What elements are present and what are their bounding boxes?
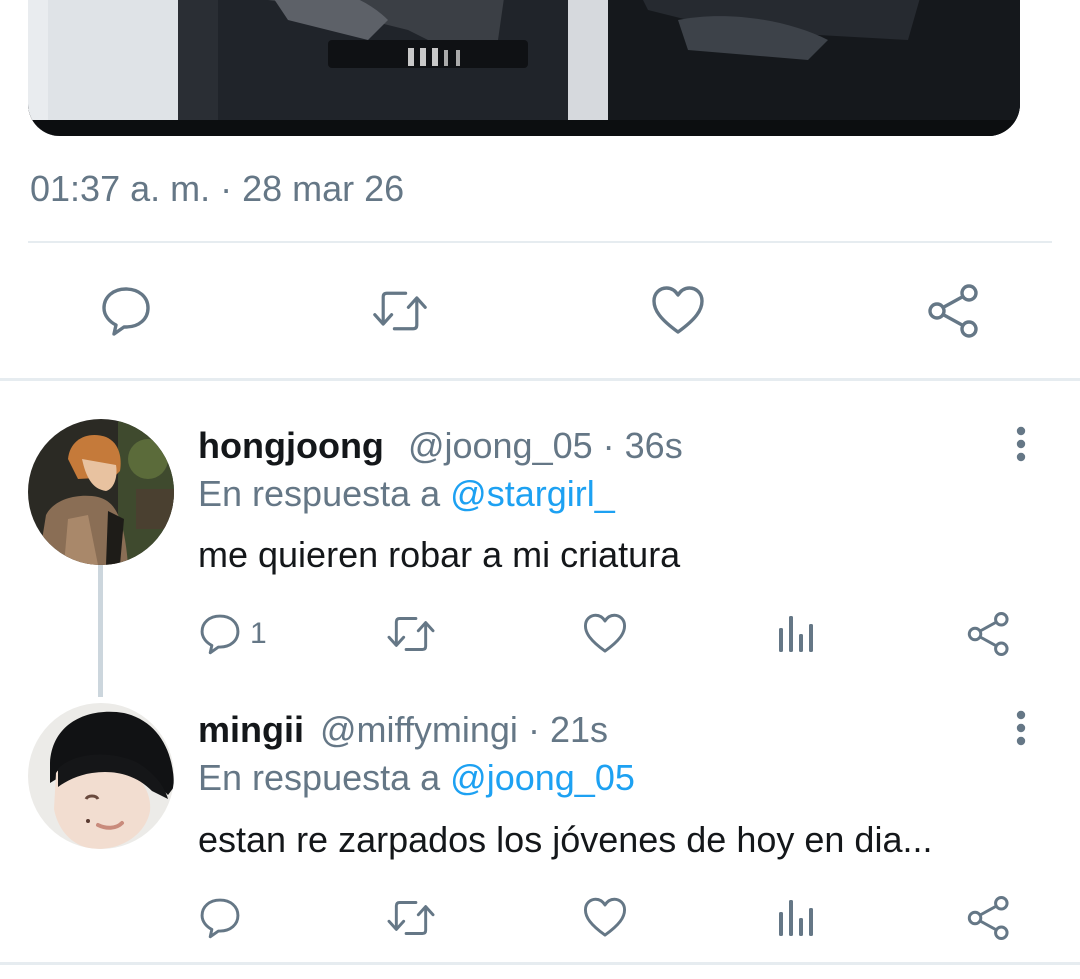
share-icon xyxy=(967,895,1009,941)
reply-header: mingii @miffymingi · 21s xyxy=(198,710,608,750)
like-icon xyxy=(652,286,704,334)
reply-button[interactable] xyxy=(198,893,242,943)
retweet-button[interactable] xyxy=(386,893,436,943)
reply-text: estan re zarpados los jóvenes de hoy en … xyxy=(198,819,933,860)
reply-icon xyxy=(200,614,240,655)
section-divider xyxy=(0,378,1080,381)
like-button[interactable] xyxy=(582,893,628,943)
share-button[interactable] xyxy=(966,609,1012,659)
retweet-icon xyxy=(387,617,435,651)
retweet-button[interactable] xyxy=(386,609,436,659)
reply-header: hongjoong @joong_05 · 36s xyxy=(198,426,683,466)
display-name[interactable]: mingii xyxy=(198,709,304,750)
share-button[interactable] xyxy=(966,893,1012,943)
more-options-button[interactable] xyxy=(1004,706,1038,750)
more-vertical-icon xyxy=(1016,710,1026,746)
more-vertical-icon xyxy=(1016,426,1026,462)
divider xyxy=(28,241,1052,243)
share-icon xyxy=(928,284,978,338)
like-button[interactable] xyxy=(582,609,628,659)
analytics-icon xyxy=(779,616,813,652)
tweet-media-photo[interactable] xyxy=(28,0,1020,136)
replying-to-label: En respuesta a xyxy=(198,473,441,514)
analytics-button[interactable] xyxy=(776,893,816,943)
avatar[interactable] xyxy=(28,419,174,565)
like-icon xyxy=(583,897,627,937)
mingii-avatar xyxy=(28,703,174,849)
tweet-action-bar xyxy=(0,283,1080,339)
retweet-icon xyxy=(373,291,427,331)
analytics-icon xyxy=(779,900,813,936)
share-icon xyxy=(967,611,1009,657)
retweet-button[interactable] xyxy=(372,283,428,339)
tweet-timestamp[interactable]: 01:37 a. m. · 28 mar 26 xyxy=(30,168,404,210)
replying-to-line: En respuesta a @stargirl_ xyxy=(198,474,615,514)
analytics-button[interactable] xyxy=(776,609,816,659)
hongjoong-avatar xyxy=(28,419,174,565)
retweet-icon xyxy=(387,901,435,935)
reply-count: 1 xyxy=(250,617,267,650)
replying-to-line: En respuesta a @joong_05 xyxy=(198,758,635,798)
like-button[interactable] xyxy=(650,283,706,339)
replying-to-mention[interactable]: @stargirl_ xyxy=(450,473,615,514)
more-options-button[interactable] xyxy=(1004,422,1038,466)
reply-time: · 21s xyxy=(527,709,608,750)
reply-time: · 36s xyxy=(602,425,683,466)
username-handle[interactable]: @miffymingi xyxy=(320,709,518,750)
like-icon xyxy=(583,613,627,653)
avatar[interactable] xyxy=(28,703,174,849)
reply-icon xyxy=(102,287,150,336)
reply-action-bar xyxy=(0,893,1080,943)
photo-content xyxy=(28,0,1020,136)
reply-action-bar: 1 xyxy=(0,609,1080,659)
share-button[interactable] xyxy=(926,283,982,339)
reply-button[interactable]: 1 xyxy=(198,609,267,659)
replying-to-label: En respuesta a xyxy=(198,757,441,798)
reply-button[interactable] xyxy=(98,283,154,339)
display-name[interactable]: hongjoong xyxy=(198,425,384,466)
reply-text: me quieren robar a mi criatura xyxy=(198,534,681,575)
username-handle[interactable]: @joong_05 xyxy=(408,425,593,466)
replying-to-mention[interactable]: @joong_05 xyxy=(450,757,635,798)
bottom-divider xyxy=(0,962,1080,965)
reply-icon xyxy=(200,898,240,939)
